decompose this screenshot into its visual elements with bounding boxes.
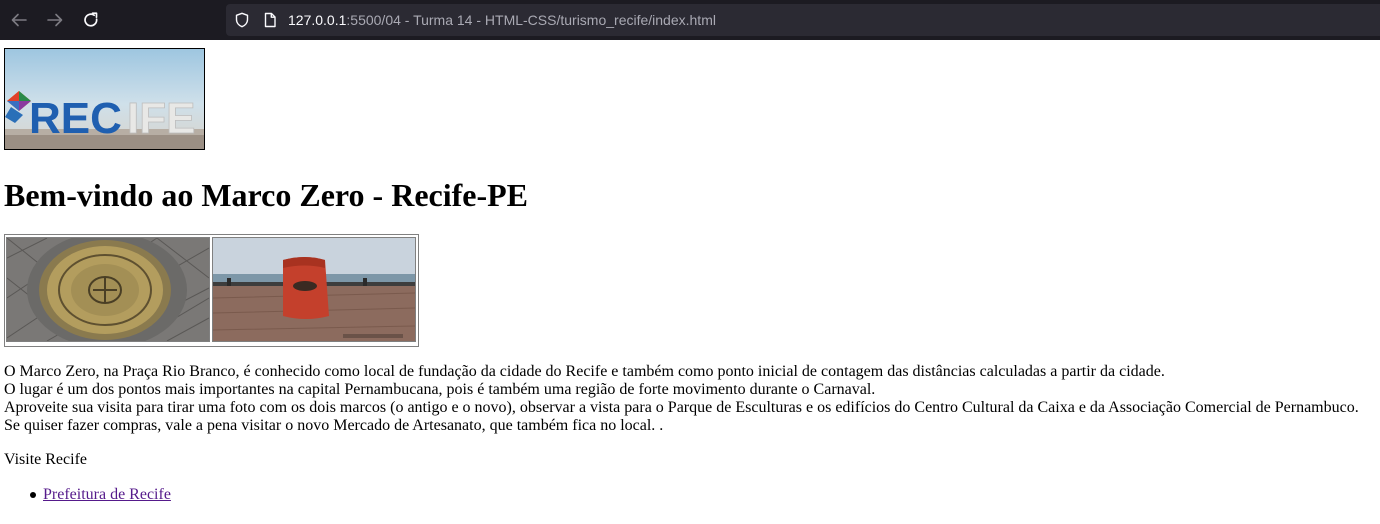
page-icon[interactable]	[262, 12, 278, 33]
url-path: :5500/04 - Turma 14 - HTML-CSS/turismo_r…	[346, 12, 716, 28]
paragraph-line: Aproveite sua visita para tirar uma foto…	[4, 399, 1359, 416]
shield-icon[interactable]	[234, 12, 250, 33]
reload-icon[interactable]	[79, 8, 103, 32]
prefeitura-link[interactable]: Prefeitura de Recife	[43, 486, 171, 503]
recife-logo-image: REC IFE	[4, 48, 205, 150]
svg-text:IFE: IFE	[127, 94, 195, 143]
description-paragraph: O Marco Zero, na Praça Rio Branco, é con…	[4, 363, 1359, 435]
arrow-right-icon[interactable]	[43, 8, 67, 32]
url-host: 127.0.0.1	[288, 12, 347, 28]
page-content: REC IFE Bem-vindo ao Marco Zero - Recife…	[0, 40, 1380, 524]
list-item: Prefeitura de Recife	[30, 486, 171, 504]
image-gallery-table	[4, 234, 419, 347]
marco-zero-compass-image	[6, 237, 210, 342]
browser-toolbar: 127.0.0.1:5500/04 - Turma 14 - HTML-CSS/…	[0, 0, 1380, 40]
paragraph-line: O Marco Zero, na Praça Rio Branco, é con…	[4, 363, 1165, 380]
address-bar[interactable]: 127.0.0.1:5500/04 - Turma 14 - HTML-CSS/…	[226, 4, 1380, 36]
paragraph-line: O lugar é um dos pontos mais importantes…	[4, 381, 876, 398]
arrow-left-icon[interactable]	[7, 8, 31, 32]
page-title: Bem-vindo ao Marco Zero - Recife-PE	[4, 177, 529, 213]
paragraph-line: Se quiser fazer compras, vale a pena vis…	[4, 417, 664, 434]
url-text[interactable]: 127.0.0.1:5500/04 - Turma 14 - HTML-CSS/…	[288, 11, 716, 29]
marco-zero-new-marker-image	[212, 237, 416, 342]
visit-label: Visite Recife	[4, 451, 88, 468]
logo-wordmark: REC	[29, 94, 122, 143]
links-list: Prefeitura de Recife	[30, 486, 171, 504]
